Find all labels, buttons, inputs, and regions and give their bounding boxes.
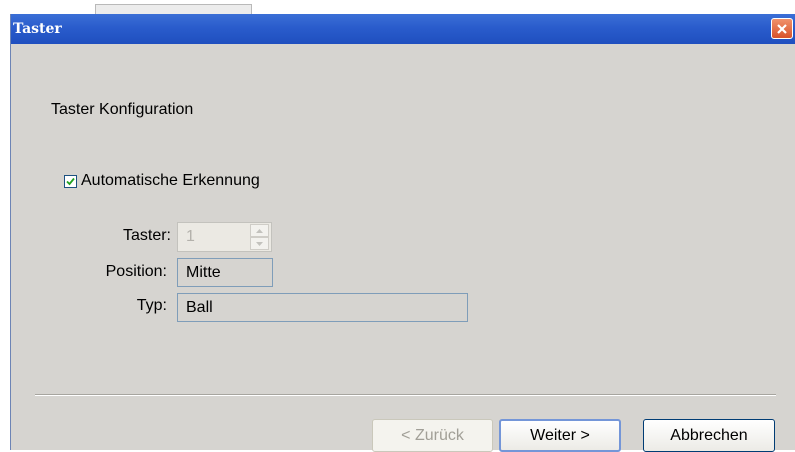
next-button[interactable]: Weiter > bbox=[499, 419, 621, 452]
dialog-content: Taster Konfiguration Automatische Erkenn… bbox=[11, 44, 795, 452]
spin-up-button bbox=[250, 224, 269, 237]
separator-line bbox=[35, 394, 776, 396]
taster-dialog: Taster Taster Konfiguration Automatische… bbox=[10, 14, 795, 452]
auto-detect-row[interactable]: Automatische Erkennung bbox=[64, 172, 260, 190]
title-bar[interactable]: Taster bbox=[11, 14, 795, 44]
arrow-up-icon bbox=[256, 228, 263, 233]
checkmark-icon bbox=[66, 177, 75, 185]
typ-field: Ball bbox=[177, 293, 468, 322]
position-field: Mitte bbox=[177, 258, 273, 287]
position-label: Position: bbox=[105, 263, 167, 280]
cancel-button[interactable]: Abbrechen bbox=[643, 419, 775, 452]
window-title: Taster bbox=[13, 21, 62, 37]
taster-label: Taster: bbox=[122, 227, 171, 244]
spin-down-button bbox=[250, 237, 269, 250]
auto-detect-checkbox[interactable] bbox=[64, 174, 77, 188]
close-button[interactable] bbox=[771, 18, 793, 39]
taster-value: 1 bbox=[186, 228, 195, 245]
back-button[interactable]: < Zurück bbox=[372, 419, 493, 452]
typ-label: Typ: bbox=[136, 297, 167, 314]
taster-spinner: 1 bbox=[177, 222, 272, 252]
page-heading: Taster Konfiguration bbox=[51, 101, 194, 118]
close-icon bbox=[777, 23, 787, 34]
arrow-down-icon bbox=[256, 241, 263, 246]
auto-detect-label: Automatische Erkennung bbox=[81, 172, 260, 189]
taster-spinner-arrows bbox=[250, 224, 269, 250]
